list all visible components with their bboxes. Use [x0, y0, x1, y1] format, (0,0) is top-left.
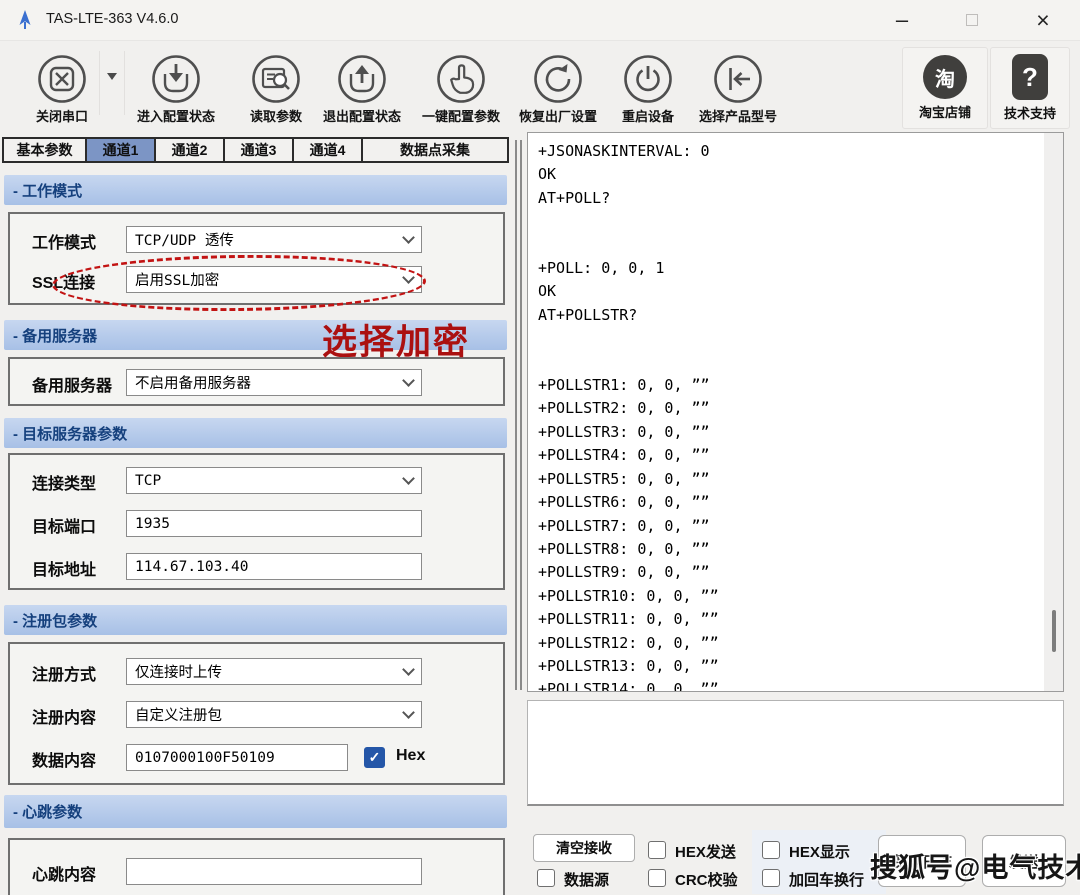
- tab-data-collect[interactable]: 数据点采集: [361, 137, 509, 163]
- taobao-shop-button[interactable]: 淘 淘宝店铺: [902, 47, 988, 129]
- receive-log-area[interactable]: +JSONASKINTERVAL: 0 OK AT+POLL? +POLL: 0…: [527, 132, 1064, 692]
- terminal-output: +JSONASKINTERVAL: 0 OK AT+POLL? +POLL: 0…: [538, 140, 1053, 692]
- tab-channel-3[interactable]: 通道3: [223, 137, 294, 163]
- enter-config-icon: [150, 53, 202, 105]
- backup-server-select[interactable]: 不启用备用服务器: [126, 369, 422, 396]
- target-addr-label: 目标地址: [32, 556, 96, 580]
- data-content-label: 数据内容: [32, 747, 96, 771]
- data-source-label: 数据源: [564, 869, 609, 890]
- hex-checkbox[interactable]: ✓: [364, 747, 385, 768]
- enter-config-button[interactable]: 进入配置状态: [126, 53, 226, 125]
- serial-port-dropdown[interactable]: [99, 51, 125, 115]
- data-content-input[interactable]: [126, 744, 348, 771]
- toolbar: 关闭串口 进入配置状态 读取参数: [0, 40, 1080, 134]
- crc-check-label: CRC校验: [675, 869, 738, 890]
- data-source-checkbox[interactable]: [537, 869, 555, 887]
- tab-channel-4[interactable]: 通道4: [292, 137, 363, 163]
- splitter-handle[interactable]: [515, 140, 522, 690]
- annotation-callout-text: 选择加密: [322, 314, 470, 365]
- section-header-work-mode[interactable]: - 工作模式: [4, 175, 507, 205]
- hex-display-label: HEX显示: [789, 841, 850, 862]
- heartbeat-content-label: 心跳内容: [32, 861, 96, 885]
- window-title: TAS-LTE-363 V4.6.0: [46, 11, 178, 27]
- target-addr-input[interactable]: [126, 553, 422, 580]
- register-content-label: 注册内容: [32, 704, 96, 728]
- target-port-input[interactable]: [126, 510, 422, 537]
- exit-config-button[interactable]: 退出配置状态: [312, 53, 412, 125]
- hex-checkbox-label: Hex: [396, 747, 425, 765]
- target-port-label: 目标端口: [32, 513, 96, 537]
- minimize-button[interactable]: –: [879, 0, 925, 40]
- group-register-packet: 注册方式 仅连接时上传 注册内容 自定义注册包 数据内容 ✓ Hex: [8, 642, 505, 785]
- terminal-scrollbar-thumb[interactable]: [1052, 610, 1056, 652]
- title-bar: TAS-LTE-363 V4.6.0 – ×: [0, 0, 1080, 40]
- read-params-icon: [250, 53, 302, 105]
- close-button[interactable]: ×: [1016, 0, 1070, 40]
- hex-send-checkbox[interactable]: [648, 841, 666, 859]
- app-logo-icon: [14, 9, 36, 36]
- append-crlf-label: 加回车换行: [789, 869, 864, 890]
- factory-reset-button[interactable]: 恢复出厂设置: [508, 53, 608, 125]
- group-heartbeat: 心跳内容: [8, 838, 505, 895]
- register-mode-label: 注册方式: [32, 661, 96, 685]
- section-header-register-packet[interactable]: - 注册包参数: [4, 605, 507, 635]
- backup-server-label: 备用服务器: [32, 372, 112, 396]
- tab-channel-1[interactable]: 通道1: [85, 137, 156, 163]
- app-window: TAS-LTE-363 V4.6.0 – × 关闭串口 进入配置状态: [0, 0, 1080, 895]
- select-model-button[interactable]: 选择产品型号: [688, 53, 788, 125]
- read-params-button[interactable]: 读取参数: [226, 53, 326, 125]
- select-model-icon: [712, 53, 764, 105]
- hex-display-checkbox[interactable]: [762, 841, 780, 859]
- conn-type-select[interactable]: TCP: [126, 467, 422, 494]
- ssl-select[interactable]: 启用SSL加密: [126, 266, 422, 293]
- terminal-scrollbar[interactable]: [1044, 133, 1063, 691]
- tab-channel-2[interactable]: 通道2: [154, 137, 225, 163]
- close-serial-icon: [36, 53, 88, 105]
- append-crlf-checkbox[interactable]: [762, 869, 780, 887]
- conn-type-label: 连接类型: [32, 470, 96, 494]
- restart-device-icon: [622, 53, 674, 105]
- work-mode-select[interactable]: TCP/UDP 透传: [126, 226, 422, 253]
- factory-reset-icon: [532, 53, 584, 105]
- tech-support-button[interactable]: ? 技术支持: [990, 47, 1070, 129]
- register-content-select[interactable]: 自定义注册包: [126, 701, 422, 728]
- chevron-down-icon: [402, 472, 415, 485]
- hex-send-label: HEX发送: [675, 841, 736, 862]
- group-target-server: 连接类型 TCP 目标端口 目标地址: [8, 453, 505, 590]
- maximize-button[interactable]: [949, 0, 995, 40]
- taobao-icon: 淘: [923, 55, 967, 99]
- one-key-config-button[interactable]: 一键配置参数: [411, 53, 511, 125]
- chevron-down-icon: [402, 231, 415, 244]
- watermark-text: 搜狐号@电气技术: [870, 846, 1080, 885]
- group-work-mode: 工作模式 TCP/UDP 透传 SSL连接 启用SSL加密: [8, 212, 505, 305]
- work-mode-label: 工作模式: [32, 229, 96, 253]
- register-mode-select[interactable]: 仅连接时上传: [126, 658, 422, 685]
- section-header-target-server[interactable]: - 目标服务器参数: [4, 418, 507, 448]
- exit-config-icon: [336, 53, 388, 105]
- send-input[interactable]: [527, 700, 1064, 806]
- chevron-down-icon: [402, 706, 415, 719]
- chevron-down-icon: [402, 271, 415, 284]
- clear-receive-button[interactable]: 清空接收: [533, 834, 635, 862]
- question-mark-icon: ?: [1012, 54, 1048, 100]
- restart-device-button[interactable]: 重启设备: [598, 53, 698, 125]
- chevron-down-icon: [402, 374, 415, 387]
- ssl-label: SSL连接: [32, 269, 95, 293]
- one-key-config-icon: [435, 53, 487, 105]
- chevron-down-icon: [402, 663, 415, 676]
- heartbeat-content-input[interactable]: [126, 858, 422, 885]
- close-serial-button[interactable]: 关闭串口: [12, 53, 112, 125]
- section-header-heartbeat[interactable]: - 心跳参数: [4, 795, 507, 828]
- crc-check-checkbox[interactable]: [648, 869, 666, 887]
- tab-basic-params[interactable]: 基本参数: [2, 137, 87, 163]
- maximize-icon: [966, 14, 978, 26]
- chevron-down-icon: [107, 73, 117, 80]
